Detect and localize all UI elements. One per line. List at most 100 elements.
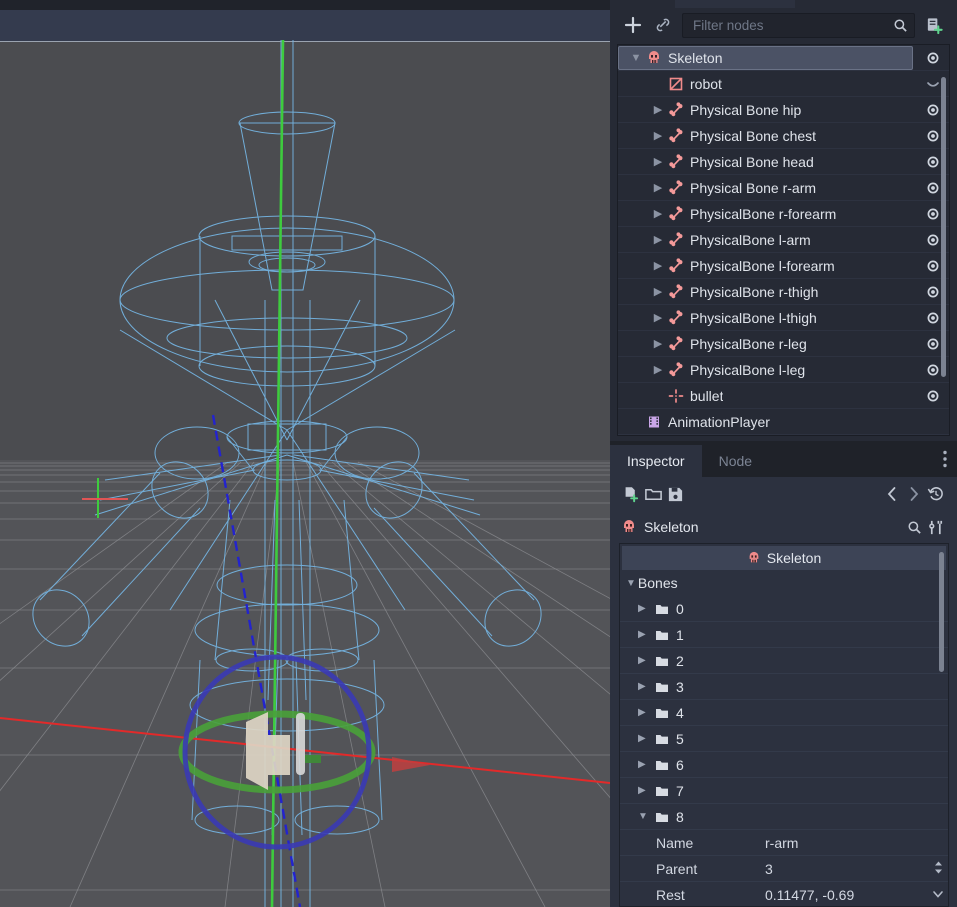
chevron-right-icon[interactable]: ▶ <box>650 97 666 123</box>
bone-row[interactable]: ▶1 <box>620 622 948 648</box>
bone-row[interactable]: ▶5 <box>620 726 948 752</box>
scene-tree-row[interactable]: ▶PhysicalBone l-thigh <box>618 305 949 331</box>
tab-inspector[interactable]: Inspector <box>610 445 702 477</box>
folder-open-icon[interactable] <box>642 483 664 505</box>
add-node-button[interactable] <box>622 14 644 36</box>
bone-row[interactable]: ▶0 <box>620 596 948 622</box>
visibility-on-icon[interactable] <box>925 279 941 305</box>
visibility-on-icon[interactable] <box>925 383 941 409</box>
visibility-on-icon[interactable] <box>925 331 941 357</box>
property-section-bones[interactable]: ▼ Bones <box>620 570 948 596</box>
bone-index-label: 2 <box>676 653 684 669</box>
3d-viewport[interactable] <box>0 0 610 907</box>
chevron-right-icon[interactable]: ▶ <box>638 681 650 692</box>
property-value[interactable]: 3 <box>765 861 948 877</box>
chevron-right-icon[interactable]: ▶ <box>638 603 650 614</box>
link-icon[interactable] <box>652 14 674 36</box>
chevron-right-icon[interactable]: ▶ <box>650 175 666 201</box>
new-resource-icon[interactable] <box>620 483 642 505</box>
scene-tree-row-label: Physical Bone chest <box>686 128 816 144</box>
visibility-on-icon[interactable] <box>925 227 941 253</box>
inspector-scrollbar[interactable] <box>939 552 944 672</box>
property-row[interactable]: Namer-arm <box>620 830 948 856</box>
visibility-on-icon[interactable] <box>925 45 941 71</box>
scene-tree-row-label: PhysicalBone l-arm <box>686 232 811 248</box>
chevron-right-icon[interactable]: ▶ <box>650 227 666 253</box>
chevron-right-icon[interactable]: ▶ <box>650 149 666 175</box>
visibility-on-icon[interactable] <box>925 97 941 123</box>
history-icon[interactable] <box>925 483 947 505</box>
chevron-right-icon[interactable]: ▶ <box>638 759 650 770</box>
property-value[interactable]: 0.11477, -0.69 <box>765 887 948 903</box>
scene-tree-row[interactable]: ▶Physical Bone r-arm <box>618 175 949 201</box>
visibility-off-icon[interactable] <box>925 71 941 97</box>
property-category-label: Skeleton <box>767 550 821 566</box>
chevron-right-icon[interactable]: ▶ <box>638 629 650 640</box>
scene-tree-row[interactable]: bullet <box>618 383 949 409</box>
property-row[interactable]: Parent3 <box>620 856 948 882</box>
visibility-on-icon[interactable] <box>925 305 941 331</box>
scene-tree-scrollbar[interactable] <box>941 77 946 377</box>
chevron-right-icon[interactable]: ▶ <box>638 733 650 744</box>
chevron-down-icon: ▼ <box>626 578 636 589</box>
chevron-right-icon[interactable]: ▶ <box>650 279 666 305</box>
bone-row[interactable]: ▶4 <box>620 700 948 726</box>
skeleton-icon <box>747 551 761 565</box>
scene-tree-row-label: PhysicalBone r-thigh <box>686 284 818 300</box>
script-create-icon[interactable] <box>923 14 945 36</box>
scene-tree-row[interactable]: robot <box>618 71 949 97</box>
chevron-down-icon[interactable] <box>932 887 944 903</box>
chevron-right-icon[interactable]: ▶ <box>650 331 666 357</box>
tools-icon[interactable] <box>925 516 947 538</box>
scene-tree-row[interactable]: ▶PhysicalBone l-forearm <box>618 253 949 279</box>
chevron-right-icon[interactable] <box>903 483 925 505</box>
scene-tree-row[interactable]: ▶ PhysicalBone l-arm <box>618 227 949 253</box>
scene-tree-row[interactable]: ▶Physical Bone hip <box>618 97 949 123</box>
search-icon[interactable] <box>903 516 925 538</box>
scene-tree-row[interactable]: ▶PhysicalBone r-forearm <box>618 201 949 227</box>
search-icon[interactable] <box>892 17 908 33</box>
bone-row[interactable]: ▶6 <box>620 752 948 778</box>
scene-tree-row[interactable]: AnimationPlayer <box>618 409 949 435</box>
scene-tree-row[interactable]: ▶ Physical Bone chest <box>618 123 949 149</box>
scene-tree[interactable]: ▼Skeletonrobot▶Physical Bone hip▶Physica… <box>617 44 950 436</box>
chevron-right-icon[interactable]: ▶ <box>650 253 666 279</box>
scene-tree-row[interactable]: ▶ PhysicalBone r-thigh <box>618 279 949 305</box>
bone-icon <box>666 357 686 383</box>
chevron-down-icon[interactable]: ▼ <box>638 811 650 822</box>
save-icon[interactable] <box>664 483 686 505</box>
chevron-down-icon[interactable]: ▼ <box>628 45 644 71</box>
chevron-right-icon[interactable]: ▶ <box>650 305 666 331</box>
filter-nodes-input[interactable]: Filter nodes <box>682 13 915 38</box>
chevron-right-icon[interactable]: ▶ <box>650 357 666 383</box>
scene-tree-row[interactable]: ▶PhysicalBone r-leg <box>618 331 949 357</box>
bone-row[interactable]: ▶2 <box>620 648 948 674</box>
visibility-on-icon[interactable] <box>925 149 941 175</box>
bone-row[interactable]: ▶3 <box>620 674 948 700</box>
scene-tree-row[interactable]: ▼Skeleton <box>618 45 949 71</box>
inspector-properties[interactable]: Skeleton ▼ Bones ▶0▶1▶2▶3▶4▶5▶6▶7▼8 Name… <box>619 543 949 907</box>
property-value[interactable]: r-arm <box>765 835 948 851</box>
bone-row[interactable]: ▶7 <box>620 778 948 804</box>
property-row[interactable]: Rest0.11477, -0.69 <box>620 882 948 907</box>
visibility-on-icon[interactable] <box>925 175 941 201</box>
chevron-right-icon[interactable]: ▶ <box>650 201 666 227</box>
scene-tree-row[interactable]: ▶PhysicalBone l-leg <box>618 357 949 383</box>
visibility-on-icon[interactable] <box>925 201 941 227</box>
animation-player-icon <box>644 409 664 435</box>
chevron-right-icon[interactable]: ▶ <box>638 707 650 718</box>
kebab-menu-icon[interactable] <box>943 450 947 471</box>
spinner-arrows-icon[interactable] <box>933 859 944 878</box>
visibility-on-icon[interactable] <box>925 123 941 149</box>
visibility-on-icon[interactable] <box>925 357 941 383</box>
tab-node[interactable]: Node <box>702 445 769 477</box>
scene-tree-row[interactable]: ▶Physical Bone head <box>618 149 949 175</box>
chevron-right-icon[interactable]: ▶ <box>650 123 666 149</box>
scene-tab-stub[interactable] <box>675 0 795 8</box>
chevron-right-icon[interactable]: ▶ <box>638 655 650 666</box>
visibility-on-icon[interactable] <box>925 253 941 279</box>
skeleton-icon <box>620 516 638 538</box>
chevron-right-icon[interactable]: ▶ <box>638 785 650 796</box>
chevron-left-icon[interactable] <box>881 483 903 505</box>
bone-row[interactable]: ▼8 <box>620 804 948 830</box>
